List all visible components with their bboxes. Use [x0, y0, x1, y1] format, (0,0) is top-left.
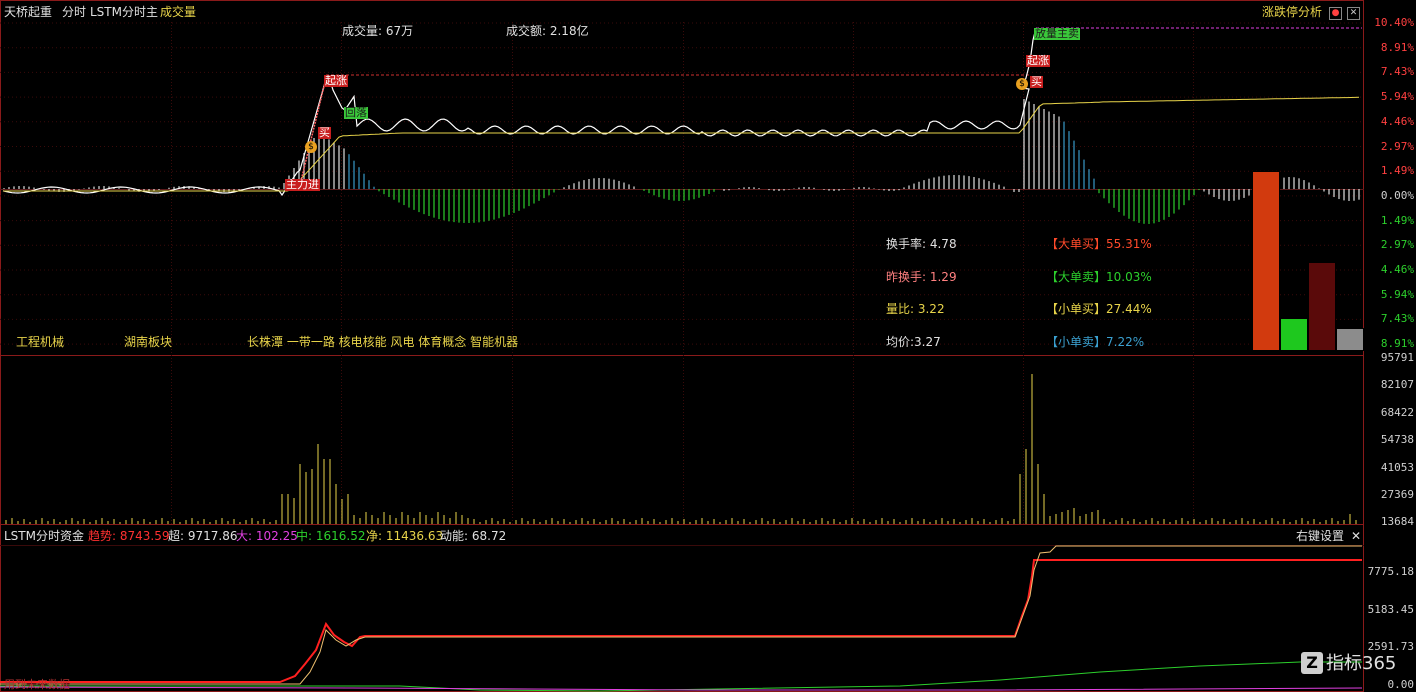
fund-momentum: 动能: 68.72	[440, 529, 507, 543]
order-bar	[1336, 328, 1364, 351]
volume-tab[interactable]: 成交量	[160, 5, 196, 19]
big-buy-stat: 【大单买】55.31%	[1046, 237, 1152, 251]
small-sell-stat: 【小单卖】7.22%	[1046, 335, 1145, 349]
order-bar	[1280, 318, 1308, 351]
close-icon[interactable]: ✕	[1347, 7, 1360, 20]
settings-button[interactable]: 右键设置	[1296, 529, 1344, 543]
price-line	[2, 27, 1037, 197]
fund-big: 大: 102.25	[236, 529, 298, 543]
prev-turnover-stat: 昨换手: 1.29	[886, 270, 957, 284]
price-axis-label: 5.94%	[1380, 287, 1414, 301]
amount-info: 成交额: 2.18亿	[506, 24, 589, 38]
pullback-marker: 回落	[344, 106, 368, 119]
indicator-label[interactable]: LSTM分时主	[90, 5, 158, 19]
volume-axis-label: 82107	[1380, 378, 1414, 392]
mode-label[interactable]: 分时	[62, 5, 86, 19]
volume-axis-label: 41053	[1380, 460, 1414, 474]
volume-axis-label: 27369	[1380, 488, 1414, 501]
fund-net: 净: 11436.63	[366, 529, 444, 543]
price-axis-label: 8.91%	[1380, 40, 1414, 54]
fund-axis-label: 5183.45	[1367, 603, 1414, 616]
break-marker-2: 起涨	[1026, 54, 1050, 67]
price-axis-label: 2.97%	[1380, 238, 1414, 252]
order-bar	[1252, 171, 1280, 351]
price-axis-label: 1.49%	[1380, 164, 1414, 178]
order-bar	[1308, 262, 1336, 351]
break-marker-1: 起涨	[324, 74, 348, 87]
region-tag[interactable]: 湖南板块	[124, 335, 172, 349]
brand-name: 指标365	[1326, 653, 1397, 674]
mid-order-line	[0, 661, 1362, 692]
volume-main-sell-marker: 放量主卖	[1034, 27, 1080, 40]
big-sell-stat: 【大单卖】10.03%	[1046, 270, 1152, 284]
main-buy-marker: 主力进	[285, 178, 320, 191]
price-axis-label: 7.43%	[1380, 65, 1414, 79]
price-axis-label: 1.49%	[1380, 213, 1414, 227]
fund-super: 超: 9717.86	[168, 529, 238, 543]
limit-analysis-button[interactable]: 涨跌停分析	[1262, 5, 1322, 19]
avg-price-line	[3, 96, 1360, 192]
net-flow-line	[0, 545, 1362, 685]
volume-axis-label: 13684	[1380, 515, 1414, 529]
price-axis-label: 10.40%	[1374, 16, 1414, 29]
volume-info: 成交量: 67万	[342, 24, 414, 38]
price-axis-label: 4.46%	[1380, 263, 1414, 276]
price-axis-label: 7.43%	[1380, 312, 1414, 326]
close-icon[interactable]: ✕	[1351, 529, 1361, 543]
trend-line	[0, 559, 1362, 683]
stock-name[interactable]: 天桥起重	[4, 5, 52, 19]
price-axis-label: 4.46%	[1380, 114, 1414, 128]
fund-trend: 趋势: 8743.59	[88, 529, 170, 543]
price-axis-label: 0.00%	[1380, 188, 1414, 202]
buy-marker-1: 买	[318, 126, 331, 139]
buy-marker-2: 买	[1030, 75, 1043, 88]
fund-panel-title[interactable]: LSTM分时资金	[4, 529, 84, 543]
fund-axis-label: 0.00	[1387, 678, 1415, 691]
brand-logo-icon: Z	[1301, 652, 1323, 674]
volume-axis-label: 54738	[1380, 433, 1414, 447]
price-axis-label: 5.94%	[1380, 90, 1414, 104]
turnover-stat: 换手率: 4.78	[886, 237, 957, 251]
chart-frame	[0, 0, 1364, 692]
small-buy-stat: 【小单买】27.44%	[1046, 302, 1152, 316]
avg-price-stat: 均价:3.27	[886, 335, 941, 349]
record-icon[interactable]: ●	[1329, 7, 1342, 20]
money-bag-icon: $	[305, 141, 317, 153]
volume-ratio-stat: 量比: 3.22	[886, 302, 945, 316]
price-axis-label: 8.91%	[1380, 337, 1414, 351]
money-bag-icon: $	[1016, 78, 1028, 90]
big-order-line	[0, 686, 1363, 691]
fund-axis-label: 2591.73	[1367, 640, 1414, 653]
volume-axis-label: 95791	[1380, 351, 1414, 364]
fund-mid: 中: 1616.52	[296, 529, 366, 543]
chart-canvas	[0, 0, 1364, 692]
industry-tag[interactable]: 工程机械	[16, 335, 64, 349]
fund-axis-label: 7775.18	[1367, 565, 1414, 578]
future-data-note: 用到未来数据	[4, 678, 70, 691]
concept-tags[interactable]: 长株潭 一带一路 核电核能 风电 体育概念 智能机器	[247, 335, 518, 349]
price-axis-label: 2.97%	[1380, 139, 1414, 153]
volume-axis-label: 68422	[1380, 405, 1414, 419]
